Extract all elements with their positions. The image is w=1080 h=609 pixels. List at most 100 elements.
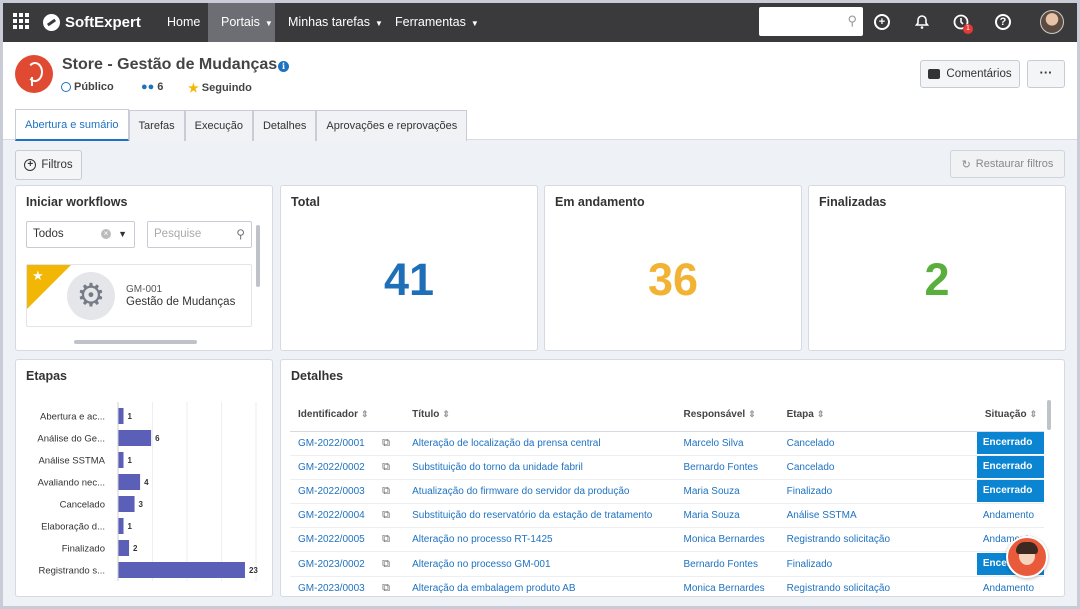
tab-aprovacoes-e-reprovacoes[interactable]: Aprovações e reprovações [316, 110, 468, 141]
workflow-type-select[interactable]: Todos × ▼ [26, 221, 135, 248]
col-responsavel[interactable]: Responsável ⇕ [675, 398, 779, 432]
table-row[interactable]: GM-2022/0002 ⧉ Substituição do torno da un… [290, 455, 1044, 480]
col-link [374, 398, 405, 432]
table-row[interactable]: GM-2023/0003 ⧉ Alteração da embalagem prod… [290, 576, 1044, 596]
star-icon[interactable]: ★ [32, 268, 44, 284]
cell-etapa[interactable]: Registrando solicitação [778, 527, 977, 553]
chat-assistant-button[interactable] [1006, 536, 1048, 578]
cell-identificador[interactable]: GM-2022/0003 [290, 479, 375, 505]
table-row[interactable]: GM-2023/0002 ⧉ Alteração no processo GM-00… [290, 551, 1044, 577]
bar[interactable] [118, 408, 124, 424]
cell-etapa[interactable]: Análise SSTMA [778, 503, 977, 529]
cell-situacao: Encerrado [976, 431, 1044, 456]
bar[interactable] [118, 452, 124, 468]
total-value[interactable]: 41 [281, 254, 537, 306]
add-icon[interactable]: + [872, 12, 892, 32]
tab-detalhes[interactable]: Detalhes [252, 110, 317, 141]
col-situacao[interactable]: Situação ⇕ [976, 398, 1044, 432]
search-icon[interactable]: ⚲ [236, 227, 245, 241]
bar[interactable] [118, 496, 135, 512]
cell-titulo[interactable]: Substituição do reservatório da estação … [404, 503, 676, 529]
external-link-icon[interactable]: ⧉ [374, 551, 405, 577]
cell-titulo[interactable]: Alteração de localização da prensa centr… [404, 431, 676, 456]
help-icon[interactable]: ? [993, 12, 1013, 32]
cell-identificador[interactable]: GM-2023/0003 [290, 576, 375, 596]
workflow-search-input[interactable]: Pesquise ⚲ [147, 221, 252, 248]
workflow-item[interactable]: ★ ⚙ GM-001 Gestão de Mudanças [26, 264, 252, 327]
cell-responsavel[interactable]: Marcelo Silva [675, 431, 779, 456]
page-header: Store - Gestão de Mudanças i Público ●● 6… [3, 42, 1077, 141]
nav-minhas-tarefas[interactable]: Minhas tarefas ▼ [276, 3, 395, 42]
bar[interactable] [118, 540, 130, 556]
finished-value[interactable]: 2 [809, 254, 1065, 306]
cell-etapa[interactable]: Cancelado [778, 455, 977, 480]
vertical-scrollbar[interactable] [256, 225, 260, 287]
members-indicator[interactable]: ●● 6 [141, 81, 163, 93]
cell-responsavel[interactable]: Monica Bernardes [675, 576, 779, 596]
cell-identificador[interactable]: GM-2022/0002 [290, 455, 375, 480]
horizontal-scrollbar[interactable] [74, 340, 197, 344]
cell-responsavel[interactable]: Monica Bernardes [675, 527, 779, 553]
more-options-button[interactable]: ··· [1027, 60, 1065, 88]
external-link-icon[interactable]: ⧉ [374, 431, 405, 456]
table-row[interactable]: GM-2022/0004 ⧉ Substituição do reservatóri… [290, 503, 1044, 529]
cell-identificador[interactable]: GM-2022/0004 [290, 503, 375, 529]
follow-toggle[interactable]: ★ Seguindo [188, 81, 252, 95]
external-link-icon[interactable]: ⧉ [374, 479, 405, 505]
comments-label: Comentários [946, 68, 1012, 80]
external-link-icon[interactable]: ⧉ [374, 455, 405, 480]
cell-identificador[interactable]: GM-2023/0002 [290, 551, 375, 577]
cell-titulo[interactable]: Alteração no processo RT-1425 [404, 527, 676, 553]
col-label: Identificador [298, 408, 359, 420]
in-progress-value[interactable]: 36 [545, 254, 801, 306]
col-titulo[interactable]: Título ⇕ [404, 398, 676, 432]
nav-home[interactable]: Home [155, 3, 212, 42]
in-progress-card: Em andamento 36 [544, 185, 802, 351]
external-link-icon[interactable]: ⧉ [374, 527, 405, 553]
col-etapa[interactable]: Etapa ⇕ [778, 398, 977, 432]
table-row[interactable]: GM-2022/0003 ⧉ Atualização do firmware do … [290, 479, 1044, 505]
info-icon[interactable]: i [278, 61, 289, 72]
cell-responsavel[interactable]: Bernardo Fontes [675, 551, 779, 577]
cell-titulo[interactable]: Alteração no processo GM-001 [404, 551, 676, 577]
comments-button[interactable]: Comentários [920, 60, 1020, 88]
cell-titulo[interactable]: Substituição do torno da unidade fabril [404, 455, 676, 480]
tab-execucao[interactable]: Execução [184, 110, 253, 141]
cell-titulo[interactable]: Alteração da embalagem produto AB [404, 576, 676, 596]
bar[interactable] [118, 474, 141, 490]
cell-etapa[interactable]: Finalizado [778, 551, 977, 577]
clear-icon[interactable]: × [101, 229, 111, 239]
cell-responsavel[interactable]: Maria Souza [675, 479, 779, 505]
bar[interactable] [118, 518, 124, 534]
global-search-input[interactable]: ⚲ [759, 7, 863, 36]
cell-identificador[interactable]: GM-2022/0001 [290, 431, 375, 456]
restore-filters-button[interactable]: ↻ Restaurar filtros [950, 150, 1065, 178]
bell-icon[interactable] [912, 12, 932, 32]
filters-button[interactable]: + Filtros [15, 150, 82, 180]
cell-etapa[interactable]: Cancelado [778, 431, 977, 456]
external-link-icon[interactable]: ⧉ [374, 576, 405, 596]
cell-etapa[interactable]: Finalizado [778, 479, 977, 505]
cell-etapa[interactable]: Registrando solicitação [778, 576, 977, 596]
table-row[interactable]: GM-2022/0005 ⧉ Alteração no processo RT-14… [290, 527, 1044, 553]
nav-portais[interactable]: Portais ▼ [208, 3, 275, 42]
bar[interactable] [118, 562, 245, 578]
tab-tarefas[interactable]: Tarefas [128, 110, 185, 141]
apps-grid-icon[interactable] [13, 13, 29, 29]
tab-abertura-e-sumario[interactable]: Abertura e sumário [15, 109, 129, 141]
cell-responsavel[interactable]: Maria Souza [675, 503, 779, 529]
bar[interactable] [118, 430, 152, 446]
search-placeholder: Pesquise [154, 228, 202, 240]
user-avatar[interactable] [1040, 10, 1064, 34]
col-identificador[interactable]: Identificador ⇕ [290, 398, 375, 432]
search-icon[interactable]: ⚲ [847, 13, 857, 29]
external-link-icon[interactable]: ⧉ [374, 503, 405, 529]
cell-responsavel[interactable]: Bernardo Fontes [675, 455, 779, 480]
cell-identificador[interactable]: GM-2022/0005 [290, 527, 375, 553]
table-row[interactable]: GM-2022/0001 ⧉ Alteração de localização da… [290, 431, 1044, 456]
nav-ferramentas[interactable]: Ferramentas ▼ [383, 3, 491, 42]
cell-titulo[interactable]: Atualização do firmware do servidor da p… [404, 479, 676, 505]
softexpert-logo[interactable]: SoftExpert [43, 12, 141, 32]
vertical-scrollbar[interactable] [1047, 400, 1051, 430]
nav-portais-label: Portais [221, 15, 260, 29]
